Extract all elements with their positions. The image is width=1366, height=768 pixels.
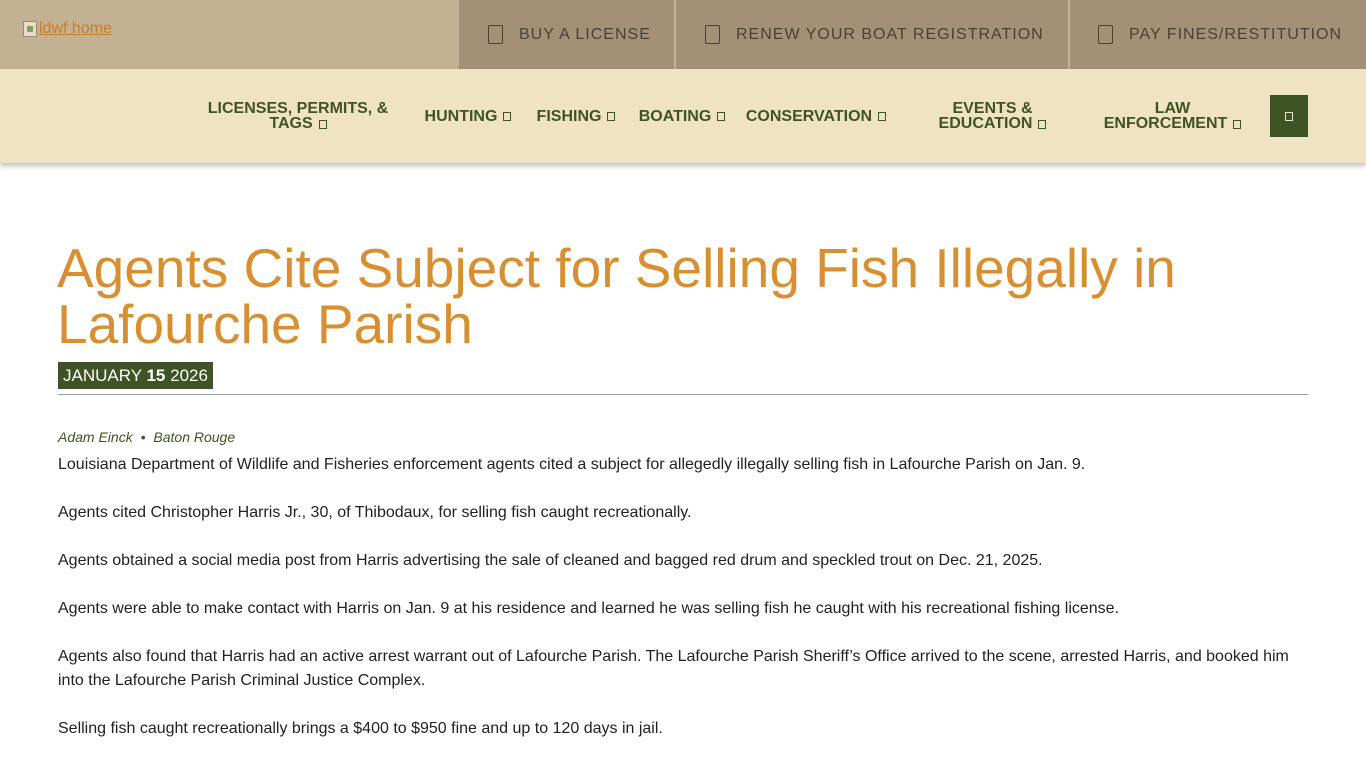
buy-license-label: BUY A LICENSE <box>519 25 651 43</box>
chevron-down-icon <box>607 111 616 121</box>
nav-boating-label: BOATING <box>638 107 712 125</box>
nav-fishing[interactable]: FISHING <box>530 69 622 163</box>
chevron-down-icon <box>1038 120 1047 129</box>
document-icon <box>705 25 720 44</box>
location: Baton Rouge <box>153 429 236 445</box>
renew-boat-registration-label: RENEW YOUR BOAT REGISTRATION <box>736 25 1044 43</box>
byline: Adam Einck • Baton Rouge <box>58 429 239 445</box>
nav-licenses-line1: LICENSES, PERMITS, & <box>207 100 389 117</box>
nav-events-line2: EDUCATION <box>938 115 1033 132</box>
article-title: Agents Cite Subject for Selling Fish Ill… <box>57 237 1176 355</box>
date-year: 2026 <box>170 366 208 385</box>
document-icon <box>1098 25 1113 44</box>
article-body: Louisiana Department of Wildlife and Fis… <box>58 453 1308 765</box>
date-badge: JANUARY 15 2026 <box>58 362 213 389</box>
document-icon <box>488 25 503 44</box>
search-button[interactable] <box>1270 95 1308 137</box>
main-nav: LICENSES, PERMITS, & TAGS HUNTING FISHIN… <box>0 69 1366 163</box>
nav-fishing-label: FISHING <box>536 107 602 125</box>
article-paragraph: Agents cited Christopher Harris Jr., 30,… <box>58 504 692 521</box>
byline-separator: • <box>140 429 146 445</box>
nav-events-line1: EVENTS & <box>952 100 1033 117</box>
nav-conservation-label: CONSERVATION <box>745 107 873 125</box>
article-paragraph: Agents also found that Harris had an act… <box>58 648 1289 689</box>
chevron-down-icon <box>318 120 327 129</box>
nav-law-line2: ENFORCEMENT <box>1103 115 1228 132</box>
pay-fines-label: PAY FINES/RESTITUTION <box>1129 25 1343 43</box>
nav-law-line1: LAW <box>1154 100 1191 117</box>
nav-licenses-line2: TAGS <box>269 115 313 132</box>
nav-law-enforcement[interactable]: LAW ENFORCEMENT <box>1090 69 1255 163</box>
chevron-down-icon <box>717 111 726 121</box>
logo-alt-text: ldwf home <box>39 20 112 37</box>
date-day: 15 <box>146 366 166 385</box>
divider <box>58 394 1308 395</box>
nav-licenses-permits-tags[interactable]: LICENSES, PERMITS, & TAGS <box>200 69 396 163</box>
nav-conservation[interactable]: CONSERVATION <box>740 69 892 163</box>
date-month: JANUARY <box>63 366 142 385</box>
home-logo-link[interactable]: ldwf home <box>23 20 112 38</box>
buy-license-link[interactable]: BUY A LICENSE <box>459 0 674 69</box>
renew-boat-registration-link[interactable]: RENEW YOUR BOAT REGISTRATION <box>676 0 1068 69</box>
search-icon <box>1285 111 1293 121</box>
broken-image-icon <box>23 21 37 37</box>
article-paragraph: Louisiana Department of Wildlife and Fis… <box>58 456 1086 473</box>
chevron-down-icon <box>1233 120 1242 129</box>
nav-events-education[interactable]: EVENTS & EDUCATION <box>920 69 1065 163</box>
nav-boating[interactable]: BOATING <box>632 69 732 163</box>
chevron-down-icon <box>503 111 512 121</box>
article-paragraph: Agents were able to make contact with Ha… <box>58 600 1120 617</box>
chevron-down-icon <box>878 111 887 121</box>
author: Adam Einck <box>58 429 133 445</box>
nav-hunting[interactable]: HUNTING <box>418 69 518 163</box>
article-paragraph: Agents obtained a social media post from… <box>58 552 1043 569</box>
utility-bar: ldwf home BUY A LICENSE RENEW YOUR BOAT … <box>0 0 1366 69</box>
pay-fines-link[interactable]: PAY FINES/RESTITUTION <box>1070 0 1366 69</box>
nav-hunting-label: HUNTING <box>424 107 498 125</box>
article-paragraph: Selling fish caught recreationally bring… <box>58 720 663 737</box>
